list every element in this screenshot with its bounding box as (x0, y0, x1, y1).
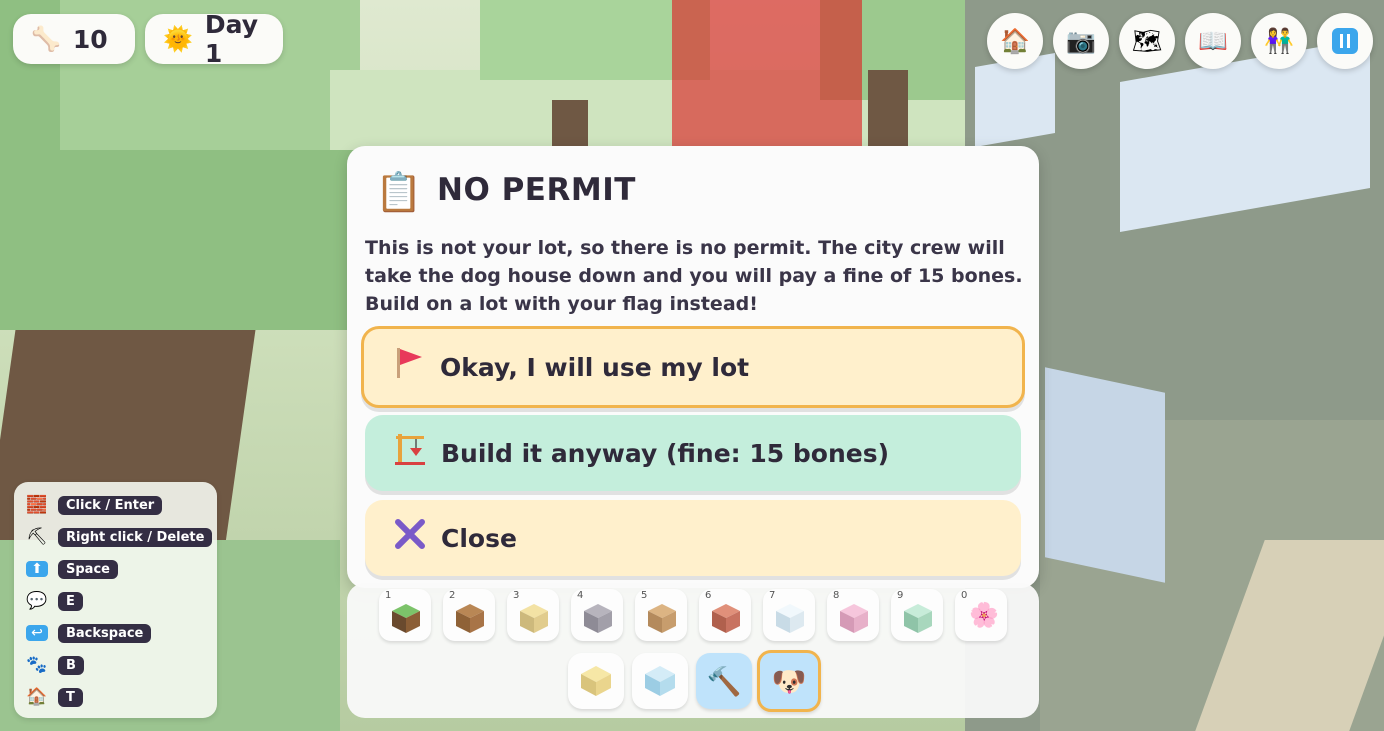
speech-bubble-icon: 💬 (26, 591, 48, 611)
house-icon: 🏠 (26, 687, 48, 707)
dialog-title: NO PERMIT (437, 172, 636, 208)
x-icon (393, 518, 427, 558)
crane-icon (393, 432, 427, 474)
tree-trunk (552, 100, 588, 150)
camera-icon: 📷 (1066, 27, 1096, 55)
clipboard-icon: 📋 (375, 170, 423, 214)
stone-block-icon (584, 604, 612, 633)
key-hint: Click / Enter (58, 495, 163, 515)
build-anyway-label: Build it anyway (fine: 15 bones) (441, 438, 890, 468)
hotbar-slot-1[interactable]: 1 (379, 589, 431, 641)
control-row: 💬 E (26, 590, 83, 612)
slot-number: 1 (385, 590, 392, 601)
slot-number: 2 (449, 590, 456, 601)
hotbar-slot-7[interactable]: 7 (763, 589, 815, 641)
slot-number: 9 (897, 590, 904, 601)
hotbar-slot-6[interactable]: 6 (699, 589, 751, 641)
friends-icon: 👫 (1264, 27, 1294, 55)
flag-icon (392, 346, 426, 388)
tree-trunk (868, 70, 908, 150)
hotbar-slot-3[interactable]: 3 (507, 589, 559, 641)
close-button[interactable]: Close (365, 500, 1021, 576)
dog-tool[interactable]: 🐶 (757, 650, 821, 712)
slot-number: 4 (577, 590, 584, 601)
hammer-icon: 🔨 (706, 664, 742, 698)
slot-number: 8 (833, 590, 840, 601)
sun-icon: 🌞 (163, 25, 193, 53)
controls-help-panel: 🧱 Click / Enter ⛏ Right click / Delete ⬆… (14, 482, 217, 718)
water-cube-icon (645, 666, 675, 696)
book-icon: 📖 (1198, 27, 1228, 55)
control-row: ↩ Backspace (26, 622, 152, 644)
home-icon: 🏠 (1000, 27, 1030, 55)
plank-block-icon (648, 604, 676, 633)
slot-number: 5 (641, 590, 648, 601)
hotbar-slot-8[interactable]: 8 (827, 589, 879, 641)
hotbar-slot-2[interactable]: 2 (443, 589, 495, 641)
mint-block-icon (904, 604, 932, 633)
flower-icon: 🌸 (969, 601, 999, 629)
dog-icon: 🐶 (771, 664, 807, 698)
bones-counter: 🦴 10 (13, 14, 135, 64)
key-hint: Space (58, 559, 118, 579)
slot-number: 0 (961, 590, 968, 601)
hotbar-slot-9[interactable]: 9 (891, 589, 943, 641)
close-label: Close (441, 523, 517, 553)
pickaxe-icon: ⛏ (26, 527, 48, 547)
friends-button[interactable]: 👫 (1251, 13, 1307, 69)
window-pane (1045, 367, 1165, 583)
control-row: 🧱 Click / Enter (26, 494, 163, 516)
yellow-cube-icon (581, 666, 611, 696)
day-counter: 🌞 Day 1 (145, 10, 283, 68)
control-row: ⛏ Right click / Delete (26, 526, 213, 548)
build-anyway-button[interactable]: Build it anyway (fine: 15 bones) (365, 415, 1021, 491)
bones-count: 10 (72, 24, 108, 54)
key-hint: Right click / Delete (58, 527, 213, 547)
wood-block-icon (456, 604, 484, 633)
pause-icon (1332, 28, 1358, 54)
camera-button[interactable]: 📷 (1053, 13, 1109, 69)
dialog-message: This is not your lot, so there is no per… (365, 237, 1023, 315)
ghost-doghouse (672, 0, 862, 150)
control-row: ⬆ Space (26, 558, 118, 580)
home-button[interactable]: 🏠 (987, 13, 1043, 69)
map-button[interactable]: 🗺 (1119, 13, 1175, 69)
water-block-tool[interactable] (632, 653, 688, 709)
key-hint: T (58, 687, 83, 707)
brick-icon: 🧱 (26, 495, 48, 515)
key-hint: B (58, 655, 84, 675)
bone-icon: 🦴 (31, 25, 61, 53)
hotbar-slot-5[interactable]: 5 (635, 589, 687, 641)
return-icon: ↩ (26, 625, 48, 641)
hotbar-slot-0[interactable]: 0 🌸 (955, 589, 1007, 641)
up-arrow-icon: ⬆ (26, 561, 48, 577)
paw-icon: 🐾 (26, 655, 48, 675)
use-my-lot-label: Okay, I will use my lot (440, 352, 750, 382)
use-my-lot-button[interactable]: Okay, I will use my lot (361, 326, 1025, 408)
ice-block-icon (776, 604, 804, 633)
control-row: 🐾 B (26, 654, 84, 676)
slot-number: 7 (769, 590, 776, 601)
key-hint: E (58, 591, 83, 611)
pink-block-icon (840, 604, 868, 633)
day-label: Day 1 (204, 10, 259, 68)
grass-block-icon (392, 604, 420, 633)
hammer-tool[interactable]: 🔨 (696, 653, 752, 709)
key-hint: Backspace (58, 623, 152, 643)
slot-number: 3 (513, 590, 520, 601)
sand-block-icon (520, 604, 548, 633)
pause-button[interactable] (1317, 13, 1373, 69)
yellow-block-tool[interactable] (568, 653, 624, 709)
book-button[interactable]: 📖 (1185, 13, 1241, 69)
slot-number: 6 (705, 590, 712, 601)
map-icon: 🗺 (1131, 27, 1163, 55)
hotbar-slot-4[interactable]: 4 (571, 589, 623, 641)
brick-block-icon (712, 604, 740, 633)
control-row: 🏠 T (26, 686, 83, 708)
no-permit-dialog: 📋 NO PERMIT This is not your lot, so the… (347, 146, 1039, 588)
